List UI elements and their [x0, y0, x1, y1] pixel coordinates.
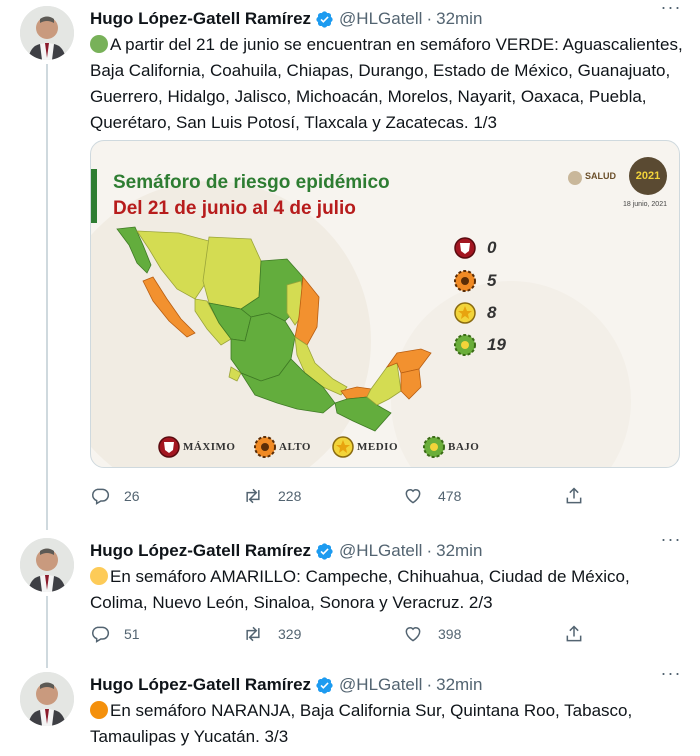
more-options-icon[interactable]: ···	[660, 530, 682, 552]
tweet-time[interactable]: 32min	[436, 675, 482, 695]
tweet-1[interactable]: Hugo López-Gatell Ramírez @HLGatell · 32…	[0, 0, 700, 530]
avatar[interactable]	[20, 672, 74, 726]
seal-date: 18 junio, 2021	[623, 201, 667, 208]
verified-badge-icon	[315, 10, 334, 29]
separator-dot: ·	[426, 9, 433, 28]
avatar[interactable]	[20, 6, 74, 60]
tweet-header: Hugo López-Gatell Ramírez @HLGatell · 32…	[90, 6, 482, 32]
heart-icon	[405, 627, 421, 642]
author-handle[interactable]: @HLGatell	[339, 9, 422, 29]
reply-icon	[92, 488, 110, 505]
count-maximo: 0	[487, 238, 497, 257]
more-options-icon[interactable]: ···	[660, 664, 682, 686]
legend-maximo: Máximo	[183, 441, 236, 453]
legend-alto: Alto	[279, 441, 311, 453]
title-accent-bar	[91, 169, 97, 223]
like-button[interactable]: 398	[402, 622, 461, 646]
verified-badge-icon	[315, 676, 334, 695]
share-button[interactable]	[564, 622, 598, 646]
tweet-text-body: A partir del 21 de junio se encuentran e…	[90, 35, 683, 132]
like-button[interactable]: 478	[402, 484, 461, 508]
maximo-badge-icon	[454, 237, 476, 259]
image-title: Semáforo de riesgo epidémico	[113, 172, 390, 193]
separator-dot: ·	[426, 675, 433, 694]
reply-count: 51	[124, 626, 140, 642]
count-medio: 8	[487, 303, 497, 322]
count-alto: 5	[487, 271, 497, 290]
reply-icon	[92, 626, 110, 643]
avatar[interactable]	[20, 538, 74, 592]
legend-medio: Medio	[357, 441, 398, 453]
seal-2021-icon: 2021	[629, 157, 667, 195]
tweet-time[interactable]: 32min	[436, 541, 482, 561]
tweet-actions: 26 228 478	[90, 484, 590, 508]
yellow-circle-emoji	[90, 567, 108, 585]
share-icon	[566, 487, 582, 504]
tweet-actions: 51 329 398	[90, 622, 590, 646]
more-options-icon[interactable]: ···	[660, 0, 682, 20]
tweet-2[interactable]: Hugo López-Gatell Ramírez @HLGatell · 32…	[0, 530, 700, 668]
author-name[interactable]: Hugo López-Gatell Ramírez	[90, 675, 311, 695]
author-handle[interactable]: @HLGatell	[339, 675, 422, 695]
orange-circle-emoji	[90, 701, 108, 719]
salud-logo: SALUD	[585, 171, 616, 181]
tweet-text: A partir del 21 de junio se encuentran e…	[90, 32, 690, 136]
tweet-text-body: En semáforo NARANJA, Baja California Sur…	[90, 701, 633, 746]
alto-badge-icon	[454, 270, 476, 292]
share-button[interactable]	[564, 484, 598, 508]
like-count: 398	[438, 626, 462, 642]
retweet-button[interactable]: 228	[242, 484, 301, 508]
like-count: 478	[438, 488, 462, 504]
tweet-text-body: En semáforo AMARILLO: Campeche, Chihuahu…	[90, 567, 630, 612]
reply-button[interactable]: 26	[90, 484, 140, 508]
count-bajo: 19	[487, 335, 506, 354]
author-name[interactable]: Hugo López-Gatell Ramírez	[90, 541, 311, 561]
retweet-count: 228	[278, 488, 302, 504]
bajo-badge-icon	[454, 334, 476, 356]
author-handle[interactable]: @HLGatell	[339, 541, 422, 561]
tweet-time[interactable]: 32min	[436, 9, 482, 29]
tweet-header: Hugo López-Gatell Ramírez @HLGatell · 32…	[90, 672, 482, 698]
verified-badge-icon	[315, 542, 334, 561]
retweet-icon	[246, 488, 260, 504]
share-icon	[566, 625, 582, 642]
medio-badge-icon	[454, 302, 476, 324]
author-name[interactable]: Hugo López-Gatell Ramírez	[90, 9, 311, 29]
legend-bajo: Bajo	[448, 441, 480, 453]
image-subtitle: Del 21 de junio al 4 de julio	[113, 198, 356, 219]
retweet-icon	[246, 626, 260, 642]
separator-dot: ·	[426, 541, 433, 560]
thread-line	[46, 64, 48, 530]
heart-icon	[405, 489, 421, 504]
tweet-text: En semáforo AMARILLO: Campeche, Chihuahu…	[90, 564, 690, 616]
tweet-image-semaforo[interactable]: Semáforo de riesgo epidémico Del 21 de j…	[90, 140, 680, 468]
seal-year: 2021	[635, 170, 661, 182]
reply-count: 26	[124, 488, 140, 504]
retweet-button[interactable]: 329	[242, 622, 301, 646]
tweet-header: Hugo López-Gatell Ramírez @HLGatell · 32…	[90, 538, 482, 564]
reply-button[interactable]: 51	[90, 622, 140, 646]
tweet-text: En semáforo NARANJA, Baja California Sur…	[90, 698, 690, 750]
retweet-count: 329	[278, 626, 302, 642]
tweet-3[interactable]: Hugo López-Gatell Ramírez @HLGatell · 32…	[0, 664, 700, 756]
thread-line	[46, 596, 48, 668]
green-circle-emoji	[90, 35, 108, 53]
